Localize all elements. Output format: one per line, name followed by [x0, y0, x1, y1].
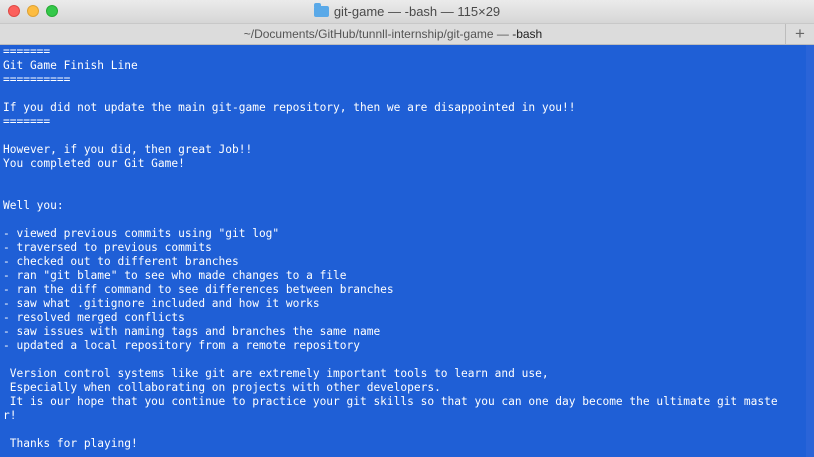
title-bar[interactable]: git-game — -bash — 115×29 — [0, 0, 814, 24]
tab-bar: ~/Documents/GitHub/tunnll-internship/git… — [0, 24, 814, 45]
terminal-line: Version control systems like git are ext… — [3, 367, 549, 380]
tab-path: ~/Documents/GitHub/tunnll-internship/git… — [243, 27, 513, 41]
tab-command: -bash — [512, 27, 543, 41]
folder-icon — [313, 3, 329, 17]
terminal-line: - ran the diff command to see difference… — [3, 283, 394, 296]
terminal-line: r! — [3, 409, 17, 422]
terminal-line: It is our hope that you continue to prac… — [3, 395, 778, 408]
terminal-line: - updated a local repository from a remo… — [3, 339, 360, 352]
terminal-line: You completed our Git Game! — [3, 157, 185, 170]
terminal-line: Well you: — [3, 199, 64, 212]
terminal-window: git-game — -bash — 115×29 ~/Documents/Gi… — [0, 0, 814, 457]
terminal-line: Especially when collaborating on project… — [3, 381, 441, 394]
tab-active[interactable]: ~/Documents/GitHub/tunnll-internship/git… — [0, 27, 786, 41]
terminal-line: Thanks for playing! — [3, 437, 138, 450]
terminal-line: ========== — [3, 73, 71, 86]
terminal-line: - saw what .gitignore included and how i… — [3, 297, 320, 310]
terminal-line: - viewed previous commits using "git log… — [3, 227, 280, 240]
terminal-line: - ran "git blame" to see who made change… — [3, 269, 347, 282]
terminal-line: - resolved merged conflicts — [3, 311, 185, 324]
terminal-line: However, if you did, then great Job!! — [3, 143, 253, 156]
terminal-line: ======= — [3, 115, 51, 128]
terminal-line: - traversed to previous commits — [3, 241, 212, 254]
new-tab-button[interactable]: + — [785, 24, 814, 44]
terminal-line: - saw issues with naming tags and branch… — [3, 325, 381, 338]
window-title-text: git-game — -bash — 115×29 — [333, 4, 501, 19]
terminal-line: If you did not update the main git-game … — [3, 101, 576, 114]
terminal-line: Git Game Finish Line — [3, 59, 138, 72]
scrollbar[interactable] — [806, 45, 814, 457]
terminal-line: - checked out to different branches — [3, 255, 239, 268]
terminal-output[interactable]: ======= Git Game Finish Line ========== If … — [0, 45, 806, 457]
terminal-line: ======= — [3, 45, 51, 58]
window-title: git-game — -bash — 115×29 — [0, 3, 814, 19]
